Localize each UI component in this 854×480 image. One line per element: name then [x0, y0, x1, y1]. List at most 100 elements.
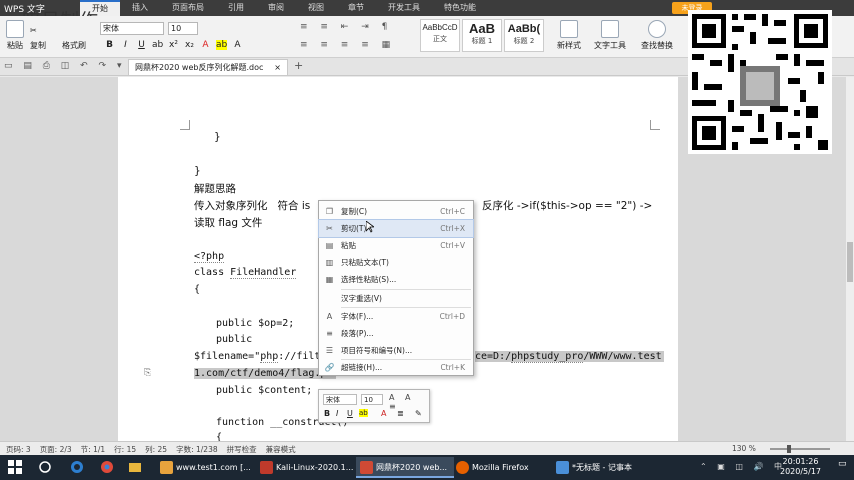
file-explorer-icon[interactable] — [128, 460, 142, 474]
search-icon[interactable] — [38, 460, 52, 474]
menu-item-paste-special[interactable]: ▦ 选择性粘贴(S)... — [319, 271, 473, 288]
doc-line: 反序化 ->if($this->op == "2") -> — [482, 200, 653, 212]
copy-button[interactable]: 复制 — [30, 40, 46, 51]
new-style-icon — [560, 20, 578, 38]
tab-review[interactable]: 审阅 — [256, 0, 296, 16]
tab-developer[interactable]: 开发工具 — [376, 0, 432, 16]
status-section: 节: 1/1 — [80, 445, 106, 454]
edge-browser-icon[interactable] — [70, 460, 84, 474]
menu-item-bullets[interactable]: ☰ 项目符号和编号(N)... — [319, 342, 473, 359]
zoom-slider-knob[interactable] — [786, 445, 791, 453]
mini-bold-button[interactable]: B — [324, 409, 330, 418]
new-style-button[interactable]: 新样式 — [552, 20, 586, 51]
notification-icon[interactable]: ▭ — [838, 459, 847, 469]
menu-item-hyperlink[interactable]: 🔗 超链接(H)... Ctrl+K — [319, 359, 473, 376]
windows-start-icon[interactable] — [8, 460, 22, 474]
mouse-cursor — [365, 220, 376, 233]
cut-icon[interactable]: ✂ — [30, 26, 37, 35]
superscript-button[interactable]: x² — [168, 40, 179, 50]
italic-button[interactable]: I — [120, 40, 131, 50]
tab-section[interactable]: 章节 — [336, 0, 376, 16]
underline-button[interactable]: U — [136, 40, 147, 50]
font-size-select[interactable]: 10 — [168, 22, 198, 35]
menu-item-paragraph[interactable]: ≡ 段落(P)... — [319, 325, 473, 342]
taskbar-app-browser[interactable]: www.test1.com [... — [156, 457, 254, 478]
tab-view[interactable]: 视图 — [296, 0, 336, 16]
search-icon — [648, 20, 666, 38]
font-name-select[interactable]: 宋体 — [100, 22, 164, 35]
text-tools-button[interactable]: 文字工具 — [592, 20, 628, 51]
chrome-icon[interactable] — [100, 460, 114, 474]
status-word-count[interactable]: 字数: 1/238 — [176, 444, 218, 455]
paragraph-handle-icon[interactable]: ⎘ — [144, 368, 151, 378]
find-replace-button[interactable]: 查找替换 — [638, 20, 676, 51]
doc-code-line: public $content; — [216, 385, 313, 396]
format-painter-button[interactable]: 格式刷 — [62, 40, 86, 51]
subscript-button[interactable]: x₂ — [184, 40, 195, 50]
tab-special[interactable]: 特色功能 — [432, 0, 488, 16]
mini-format-painter-icon[interactable]: ✎ — [415, 409, 422, 418]
mini-font-color-button[interactable]: A — [381, 409, 386, 418]
menu-item-font[interactable]: A 字体(F)... Ctrl+D — [319, 308, 473, 325]
menu-item-cut[interactable]: ✂ 剪切(T) Ctrl+X — [318, 219, 474, 238]
tab-references[interactable]: 引用 — [216, 0, 256, 16]
document-tab[interactable]: 网鼎杯2020 web反序列化解题.doc × — [128, 59, 288, 75]
zoom-level[interactable]: 130 % — [732, 444, 756, 453]
doc-heading: 解题思路 — [194, 183, 236, 195]
scrollbar-thumb[interactable] — [847, 242, 853, 282]
taskbar-app-wps[interactable]: 网鼎杯2020 web... — [356, 457, 454, 478]
text-tools-icon — [601, 20, 619, 38]
status-line: 行: 15 — [114, 445, 137, 454]
font-color-button[interactable]: A — [200, 40, 211, 50]
selected-text[interactable]: ce=D:/phpstudy_pro/WWW/www.test — [475, 351, 664, 363]
paragraph-tools[interactable]: ≡ ≡ ⇤ ⇥ ¶ — [300, 22, 392, 32]
bold-button[interactable]: B — [104, 40, 115, 50]
mini-align-icon[interactable]: ≣ — [397, 409, 404, 418]
system-tray-icons[interactable]: ⌃ ▣ ◫ 🔊 中 — [700, 461, 786, 472]
highlight-button[interactable]: ab — [216, 40, 227, 50]
menu-item-copy[interactable]: ❐ 复制(C) Ctrl+C — [319, 203, 473, 220]
text-effect-button[interactable]: A — [232, 40, 243, 50]
quick-access-icons[interactable]: ▭ ▤ ⎙ ◫ ↶ ↷ ▾ — [4, 61, 125, 71]
doc-code-line: { — [194, 284, 201, 295]
taskbar-app-notepad[interactable]: *无标题 - 记事本 — [552, 457, 650, 478]
taskbar-clock[interactable]: 20:01:26 2020/5/17 — [780, 457, 821, 477]
tab-insert[interactable]: 插入 — [120, 0, 160, 16]
list-icon: ☰ — [325, 346, 334, 355]
close-icon[interactable]: × — [274, 60, 281, 75]
mini-font-size[interactable]: 10 — [361, 394, 383, 405]
tab-page-layout[interactable]: 页面布局 — [160, 0, 216, 16]
menu-item-reconvert[interactable]: 汉字重选(V) — [319, 290, 473, 307]
paste-button[interactable]: 粘贴 — [4, 20, 26, 51]
strikethrough-button[interactable]: ab — [152, 40, 163, 50]
mini-underline-button[interactable]: U — [347, 409, 353, 418]
copy-icon: ❐ — [325, 207, 334, 216]
mini-italic-button[interactable]: I — [336, 409, 338, 418]
doc-line: } — [214, 131, 221, 143]
align-tools[interactable]: ≡ ≡ ≡ ≡ ▦ — [300, 40, 395, 50]
vertical-scrollbar[interactable] — [846, 77, 854, 441]
menu-item-paste-text[interactable]: ▥ 只粘贴文本(T) — [319, 254, 473, 271]
mini-highlight-button[interactable]: ab — [359, 409, 368, 417]
doc-line: 传入对象序列化 符合 is — [194, 200, 311, 212]
doc-code-line: <?php — [194, 251, 225, 263]
windows-taskbar: www.test1.com [... Kali-Linux-2020.1... … — [0, 455, 854, 480]
zoom-slider[interactable] — [770, 445, 830, 453]
style-normal[interactable]: AaBbCcD 正文 — [420, 19, 460, 52]
context-menu: ❐ 复制(C) Ctrl+C ✂ 剪切(T) Ctrl+X ▤ 粘贴 Ctrl+… — [318, 200, 474, 376]
status-bar: 页码: 3 页面: 2/3 节: 1/1 行: 15 列: 25 字数: 1/2… — [0, 441, 854, 455]
style-heading-1[interactable]: AaB 标题 1 — [462, 19, 502, 52]
menu-item-paste[interactable]: ▤ 粘贴 Ctrl+V — [319, 237, 473, 254]
margin-mark — [650, 120, 660, 130]
new-tab-button[interactable]: + — [294, 59, 303, 72]
status-spell-check[interactable]: 拼写检查 — [227, 444, 257, 455]
mini-font-name[interactable]: 宋体 — [323, 394, 357, 405]
taskbar-app-firefox[interactable]: Mozilla Firefox — [452, 457, 550, 478]
style-heading-2[interactable]: AaBb( 标题 2 — [504, 19, 544, 52]
mini-size-tools[interactable]: A A ≡ — [389, 393, 429, 411]
vm-app-icon — [260, 461, 273, 474]
doc-code-line: public — [216, 334, 253, 345]
selected-text[interactable]: 1.com/ctf/demo4/flag.ph — [194, 368, 337, 379]
paragraph-icon: ≡ — [326, 329, 333, 338]
taskbar-app-kali[interactable]: Kali-Linux-2020.1... — [256, 457, 354, 478]
